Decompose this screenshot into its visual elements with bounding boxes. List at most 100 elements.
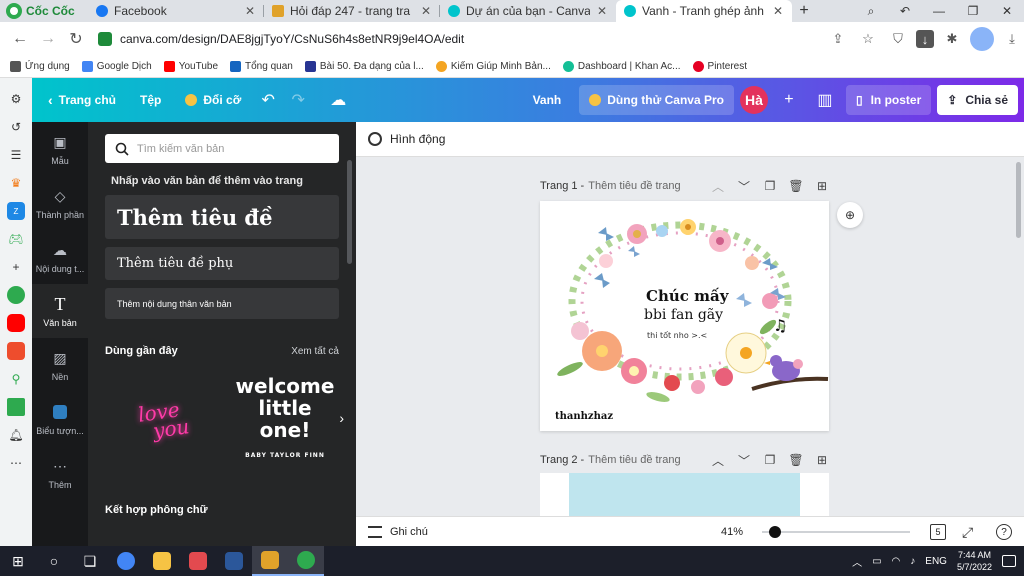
duplicate-page-icon[interactable]: ❐ xyxy=(762,178,778,194)
user-avatar[interactable]: Hà xyxy=(739,86,768,114)
tab-canva-projects[interactable]: Dự án của bạn - Canva ✕ xyxy=(440,0,616,22)
maps-icon[interactable]: ⚲ xyxy=(7,370,25,388)
zalo-icon[interactable]: Z xyxy=(7,202,25,220)
try-canva-pro-button[interactable]: Dùng thử Canva Pro xyxy=(579,85,734,115)
workspace-scrollbar[interactable] xyxy=(1016,162,1021,238)
share-button[interactable]: ⇪ Chia sẻ xyxy=(937,85,1018,115)
trash-icon[interactable]: 🗑︎ xyxy=(788,452,804,468)
coccoc-leaf-icon[interactable] xyxy=(7,286,25,304)
bookmark-kiem-giup[interactable]: Kiếm Giúp Minh Bản... xyxy=(435,61,551,72)
windows-start-icon[interactable]: ⊞ xyxy=(0,546,36,576)
cloud-sync-icon[interactable]: ☁ xyxy=(323,85,353,115)
secure-site-icon[interactable] xyxy=(98,32,112,46)
bookmark-khan-academy[interactable]: Dashboard | Khan Ac... xyxy=(562,61,681,72)
bookmark-google-translate[interactable]: Google Dịch xyxy=(81,61,152,72)
text-search-box[interactable] xyxy=(105,134,339,163)
youtube-sidebar-icon[interactable] xyxy=(7,314,25,332)
add-sidebar-icon[interactable]: + xyxy=(7,258,25,276)
page-1-title-input[interactable]: Thêm tiêu đề trang xyxy=(588,180,680,192)
minimize-icon[interactable]: — xyxy=(922,0,956,22)
url-omnibox[interactable]: canva.com/design/DAE8jgjTyoY/CsNuS6h4s8e… xyxy=(92,27,930,51)
restore-icon[interactable]: ❐ xyxy=(956,0,990,22)
shopee-icon[interactable] xyxy=(7,342,25,360)
notification-bell-icon[interactable]: 🔔︎ xyxy=(7,426,25,444)
bookmark-star-icon[interactable]: ☆ xyxy=(856,27,880,51)
notifications-icon[interactable] xyxy=(1002,555,1016,567)
print-poster-button[interactable]: ▯ In poster xyxy=(845,85,932,115)
bookmark-apps[interactable]: Ứng dụng xyxy=(10,61,70,72)
tool-templates[interactable]: ▣ Mẫu xyxy=(32,122,88,176)
extensions-icon[interactable]: ✱ xyxy=(940,27,964,51)
card-subtitle-text[interactable]: bbi fan gãy xyxy=(644,307,723,323)
add-body-text-button[interactable]: Thêm nội dung thân văn bản xyxy=(105,288,339,319)
chevron-right-icon[interactable]: › xyxy=(339,410,344,426)
tool-logos[interactable]: Biểu tượn... xyxy=(32,392,88,446)
undo-icon[interactable]: ↶ xyxy=(253,85,283,115)
panel-scrollbar[interactable] xyxy=(347,160,352,264)
redo-icon[interactable]: ↷ xyxy=(283,85,313,115)
tool-elements[interactable]: ◇ Thành phần xyxy=(32,176,88,230)
taskbar-store[interactable] xyxy=(180,546,216,576)
trash-icon[interactable]: 🗑︎ xyxy=(788,178,804,194)
zoom-slider-handle[interactable] xyxy=(769,526,782,538)
taskbar-app-active[interactable] xyxy=(252,546,288,576)
add-collaborator-icon[interactable]: + xyxy=(774,85,804,115)
bookmark-pinterest[interactable]: Pinterest xyxy=(692,61,747,72)
more-options-icon[interactable]: ⋯ xyxy=(7,454,25,472)
home-button[interactable]: ‹ Trang chủ xyxy=(32,78,128,122)
taskbar-chrome[interactable] xyxy=(108,546,144,576)
tool-text[interactable]: T Văn bản xyxy=(32,284,88,338)
back-arrow-icon[interactable]: ↶ xyxy=(888,0,922,22)
tray-chevron-up-icon[interactable]: ︿ xyxy=(852,554,862,569)
crown-icon[interactable]: ♛ xyxy=(7,174,25,192)
chevron-up-icon[interactable]: ︿ xyxy=(710,178,726,194)
see-all-link[interactable]: Xem tất cả xyxy=(291,346,339,357)
animate-button[interactable]: Hình động xyxy=(390,132,445,146)
duplicate-page-icon[interactable]: ❐ xyxy=(762,452,778,468)
add-page-icon[interactable]: ⊞ xyxy=(814,178,830,194)
bookmark-tong-quan[interactable]: Tổng quan xyxy=(230,61,293,72)
bookmark-bai-50[interactable]: Bài 50. Đa dạng của l... xyxy=(304,61,424,72)
add-comment-button[interactable]: ⊕ xyxy=(837,202,863,228)
recent-template-welcome[interactable]: welcome little one! BABY TAYLOR FINN xyxy=(230,375,340,459)
tool-uploads[interactable]: ☁ Nội dung t... xyxy=(32,230,88,284)
tab-hoidap247[interactable]: Hỏi đáp 247 - trang tra loi ✕ xyxy=(264,0,440,22)
tab-search-icon[interactable]: ⌕ xyxy=(854,0,888,22)
profile-icon[interactable] xyxy=(970,27,994,51)
reading-list-icon[interactable]: ☰ xyxy=(7,146,25,164)
file-menu[interactable]: Tệp xyxy=(128,78,173,122)
history-icon[interactable]: ↺ xyxy=(7,118,25,136)
downloads-tray-icon[interactable]: ⤓ xyxy=(1000,27,1024,51)
sheets-icon[interactable] xyxy=(7,398,25,416)
taskbar-coccoc[interactable] xyxy=(288,546,324,576)
tab-canva-design[interactable]: Vanh - Tranh ghép ảnh ✕ xyxy=(616,0,792,22)
help-icon[interactable]: ? xyxy=(996,524,1012,540)
add-heading-button[interactable]: Thêm tiêu đề xyxy=(105,195,339,239)
settings-gear-icon[interactable]: ⚙ xyxy=(7,90,25,108)
share-page-icon[interactable]: ⇪ xyxy=(826,27,850,51)
design-page-1[interactable]: ♫ Chúc mấy bbi fan gãy thi tốt nho >.< t… xyxy=(540,201,829,431)
chevron-down-icon[interactable]: ﹀ xyxy=(736,178,752,194)
taskbar-clock[interactable]: 7:44 AM 5/7/2022 xyxy=(957,549,992,573)
taskbar-explorer[interactable] xyxy=(144,546,180,576)
card-title-text[interactable]: Chúc mấy xyxy=(646,287,728,305)
download-icon[interactable]: ↓ xyxy=(916,30,934,48)
resize-button[interactable]: Đổi cỡ xyxy=(173,78,253,122)
insights-chart-icon[interactable]: ▥ xyxy=(810,85,840,115)
wifi-icon[interactable]: ◠ xyxy=(892,556,901,567)
task-view-icon[interactable]: ❏ xyxy=(72,546,108,576)
notes-button[interactable]: Ghi chú xyxy=(356,525,428,538)
input-language[interactable]: ENG xyxy=(925,556,947,567)
tool-background[interactable]: ▨ Nền xyxy=(32,338,88,392)
search-circle-icon[interactable]: ○ xyxy=(36,546,72,576)
back-button[interactable]: ← xyxy=(6,25,34,53)
card-small-text[interactable]: thi tốt nho >.< xyxy=(647,331,707,340)
text-search-input[interactable] xyxy=(137,142,327,155)
zoom-slider[interactable] xyxy=(762,526,910,538)
shield-icon[interactable]: ⛉ xyxy=(886,27,910,51)
close-icon[interactable]: ✕ xyxy=(772,4,784,18)
bookmark-youtube[interactable]: YouTube xyxy=(163,61,218,72)
game-controller-icon[interactable]: 🎮︎ xyxy=(7,230,25,248)
volume-icon[interactable]: ♪ xyxy=(910,556,915,567)
chevron-down-icon[interactable]: ﹀ xyxy=(736,452,752,468)
